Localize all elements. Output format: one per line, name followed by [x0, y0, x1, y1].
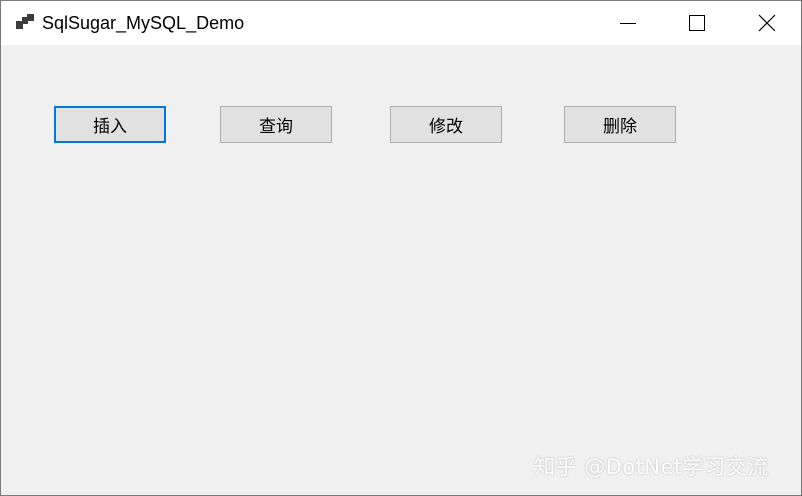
update-button[interactable]: 修改 — [390, 106, 502, 143]
app-window: SqlSugar_MySQL_Demo 插入 查询 修改 删除 — [0, 0, 802, 496]
close-button[interactable] — [734, 1, 800, 45]
close-icon — [758, 14, 776, 32]
form-client-area: 插入 查询 修改 删除 — [1, 45, 801, 495]
minimize-button[interactable] — [595, 1, 661, 45]
minimize-icon — [620, 23, 636, 24]
app-window-icon — [16, 14, 34, 29]
delete-button[interactable]: 删除 — [564, 106, 676, 143]
query-button[interactable]: 查询 — [220, 106, 332, 143]
maximize-button[interactable] — [664, 1, 730, 45]
watermark-text: 知乎 @DotNet学习交流 — [534, 455, 769, 479]
insert-button[interactable]: 插入 — [54, 106, 166, 143]
window-title: SqlSugar_MySQL_Demo — [42, 13, 245, 33]
maximize-icon — [689, 15, 705, 31]
title-bar[interactable]: SqlSugar_MySQL_Demo — [1, 1, 801, 45]
